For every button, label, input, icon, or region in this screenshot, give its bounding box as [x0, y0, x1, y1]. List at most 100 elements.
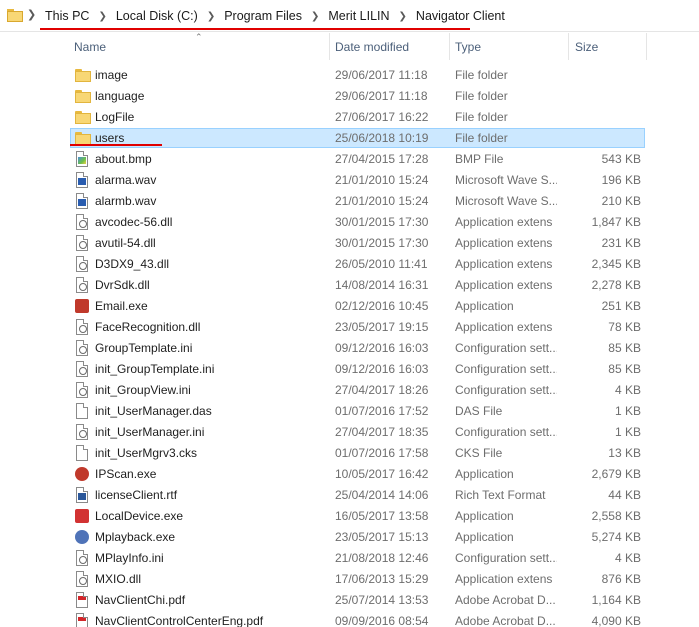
file-type: Rich Text Format: [455, 488, 546, 502]
file-row[interactable]: alarma.wav 21/01/2010 15:24 Microsoft Wave…: [0, 170, 699, 191]
file-name: MXIO.dll: [95, 572, 142, 586]
file-type: Application: [455, 509, 514, 523]
file-size: 2,278 KB: [591, 278, 641, 292]
file-row[interactable]: NavClientChi.pdf 25/07/2014 13:53 Adobe Ac…: [0, 590, 699, 611]
file-date-modified: 26/05/2010 11:41: [335, 257, 428, 271]
file-size: 5,274 KB: [591, 530, 641, 544]
file-row[interactable]: FaceRecognition.dll 23/05/2017 19:15 Appli…: [0, 317, 699, 338]
file-type: Configuration sett...: [455, 551, 557, 565]
file-row[interactable]: licenseClient.rtf 25/04/2014 14:06 Rich Te…: [0, 485, 699, 506]
breadcrumb-merit-lilin[interactable]: Merit LILIN: [326, 9, 391, 23]
column-divider[interactable]: [568, 33, 569, 60]
column-header-name[interactable]: Name: [74, 40, 106, 54]
chevron-right-icon[interactable]: ❯: [304, 11, 326, 22]
ini-file-icon: [76, 340, 88, 356]
file-size: 210 KB: [601, 194, 641, 208]
file-row[interactable]: alarmb.wav 21/01/2010 15:24 Microsoft Wave…: [0, 191, 699, 212]
file-type: BMP File: [455, 152, 504, 166]
file-row[interactable]: MPlayInfo.ini 21/08/2018 12:46 Configurati…: [0, 548, 699, 569]
file-row[interactable]: LocalDevice.exe 16/05/2017 13:58 Applicati…: [0, 506, 699, 527]
file-name: alarmb.wav: [95, 194, 157, 208]
sort-ascending-icon: ⌃: [195, 32, 203, 42]
file-row[interactable]: Email.exe 02/12/2016 10:45 Application 251 …: [0, 296, 699, 317]
file-row[interactable]: LogFile 27/06/2017 16:22 File folder: [0, 107, 699, 128]
file-row[interactable]: NavClientControlCenterEng.pdf 09/09/2016 …: [0, 611, 699, 627]
breadcrumb-this-pc[interactable]: This PC: [43, 9, 91, 23]
file-name: avcodec-56.dll: [95, 215, 173, 229]
file-row[interactable]: DvrSdk.dll 14/08/2014 16:31 Application ex…: [0, 275, 699, 296]
breadcrumb-local-disk[interactable]: Local Disk (C:): [114, 9, 200, 23]
file-row[interactable]: init_UserManager.ini 27/04/2017 18:35 Conf…: [0, 422, 699, 443]
file-size: 1 KB: [614, 404, 641, 418]
file-type: DAS File: [455, 404, 503, 418]
file-row[interactable]: avutil-54.dll 30/01/2015 17:30 Application…: [0, 233, 699, 254]
mplayback-app-icon: [75, 530, 89, 544]
column-divider[interactable]: [646, 33, 647, 60]
file-date-modified: 09/12/2016 16:03: [335, 362, 429, 376]
file-name: MPlayInfo.ini: [95, 551, 164, 565]
file-type: Application extens: [455, 320, 553, 334]
column-header-date-modified[interactable]: Date modified: [335, 40, 409, 54]
file-row[interactable]: about.bmp 27/04/2015 17:28 BMP File 543 KB: [0, 149, 699, 170]
file-name: DvrSdk.dll: [95, 278, 150, 292]
ini-file-icon: [76, 382, 88, 398]
folder-icon: [75, 69, 91, 82]
localdevice-app-icon: [75, 509, 89, 523]
breadcrumb-navigator-client[interactable]: Navigator Client: [414, 9, 507, 23]
chevron-right-icon[interactable]: ❯: [27, 8, 36, 21]
annotation-underline: [40, 28, 470, 30]
column-header-size[interactable]: Size: [575, 40, 598, 54]
file-name: Mplayback.exe: [95, 530, 176, 544]
file-row[interactable]: language 29/06/2017 11:18 File folder: [0, 86, 699, 107]
folder-icon: [75, 90, 91, 103]
ini-file-icon: [76, 550, 88, 566]
email-app-icon: [75, 299, 89, 313]
file-row[interactable]: init_UserMgrv3.cks 01/07/2016 17:58 CKS Fi…: [0, 443, 699, 464]
column-header-type[interactable]: Type: [455, 40, 481, 54]
file-row[interactable]: init_GroupTemplate.ini 09/12/2016 16:03 Co…: [0, 359, 699, 380]
file-size: 1,164 KB: [591, 593, 641, 607]
file-row[interactable]: D3DX9_43.dll 26/05/2010 11:41 Application …: [0, 254, 699, 275]
file-name: LogFile: [95, 110, 135, 124]
file-type: File folder: [455, 68, 508, 82]
file-type: CKS File: [455, 446, 503, 460]
file-name: init_UserManager.das: [95, 404, 212, 418]
file-row[interactable]: MXIO.dll 17/06/2013 15:29 Application exte…: [0, 569, 699, 590]
file-type: Microsoft Wave S...: [455, 194, 557, 208]
file-row[interactable]: IPScan.exe 10/05/2017 16:42 Application 2,6…: [0, 464, 699, 485]
file-date-modified: 02/12/2016 10:45: [335, 299, 429, 313]
file-type: Application extens: [455, 572, 553, 586]
file-row[interactable]: init_UserManager.das 01/07/2016 17:52 DAS …: [0, 401, 699, 422]
file-row[interactable]: Mplayback.exe 23/05/2017 15:13 Application…: [0, 527, 699, 548]
file-date-modified: 29/06/2017 11:18: [335, 68, 428, 82]
file-date-modified: 29/06/2017 11:18: [335, 89, 428, 103]
file-row[interactable]: GroupTemplate.ini 09/12/2016 16:03 Configu…: [0, 338, 699, 359]
column-divider[interactable]: [449, 33, 450, 60]
chevron-right-icon[interactable]: ❯: [91, 11, 113, 22]
file-date-modified: 21/08/2018 12:46: [335, 551, 429, 565]
file-size: 78 KB: [608, 320, 641, 334]
file-size: 4 KB: [614, 383, 641, 397]
file-name: LocalDevice.exe: [95, 509, 184, 523]
file-type: Application: [455, 530, 514, 544]
file-name: NavClientChi.pdf: [95, 593, 186, 607]
chevron-right-icon[interactable]: ❯: [200, 11, 222, 22]
file-type: Configuration sett...: [455, 425, 557, 439]
annotation-underline: [70, 144, 162, 146]
file-size: 2,345 KB: [591, 257, 641, 271]
file-name: GroupTemplate.ini: [95, 341, 193, 355]
file-type: Configuration sett...: [455, 383, 557, 397]
file-row[interactable]: avcodec-56.dll 30/01/2015 17:30 Applicatio…: [0, 212, 699, 233]
file-date-modified: 30/01/2015 17:30: [335, 236, 429, 250]
chevron-right-icon[interactable]: ❯: [392, 11, 414, 22]
address-bar[interactable]: ❯ This PC ❯ Local Disk (C:) ❯ Program Fi…: [0, 0, 699, 32]
column-divider[interactable]: [329, 33, 330, 60]
file-type: Adobe Acrobat D...: [455, 614, 556, 627]
file-name: NavClientControlCenterEng.pdf: [95, 614, 264, 627]
file-row[interactable]: image 29/06/2017 11:18 File folder: [0, 65, 699, 86]
breadcrumb-program-files[interactable]: Program Files: [222, 9, 304, 23]
file-row[interactable]: init_GroupView.ini 27/04/2017 18:26 Config…: [0, 380, 699, 401]
rtf-file-icon: [76, 487, 88, 503]
ini-file-icon: [76, 424, 88, 440]
file-size: 85 KB: [608, 362, 641, 376]
